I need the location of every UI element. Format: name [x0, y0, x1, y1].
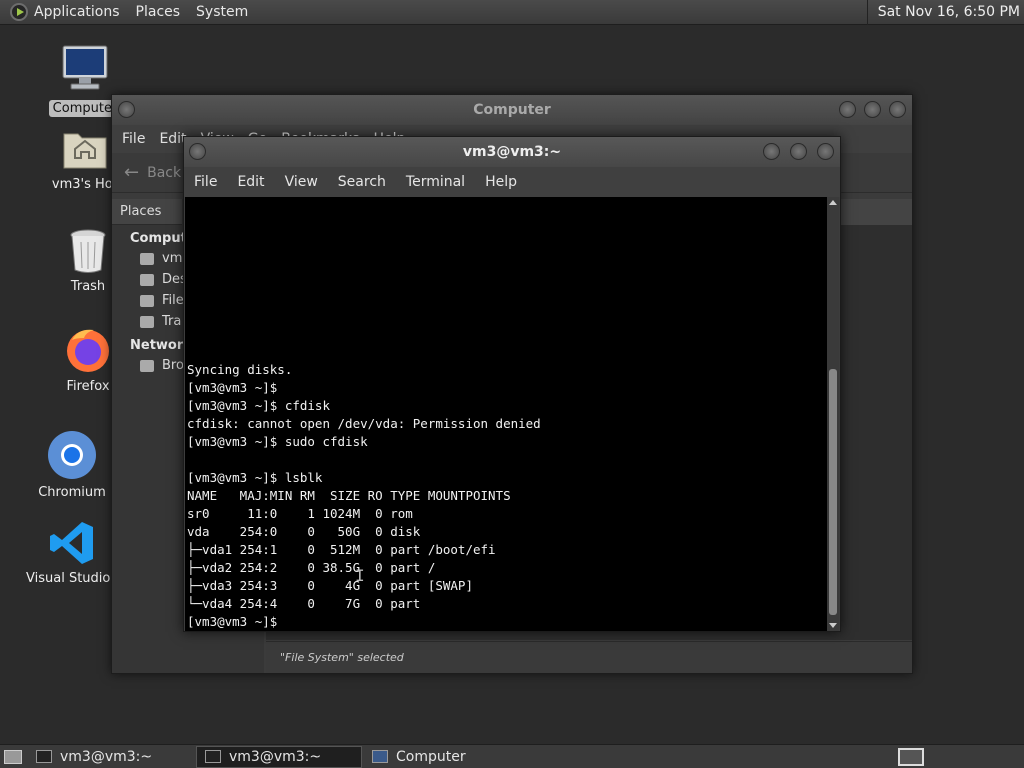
task-terminal-1[interactable]: vm3@vm3:~ — [28, 746, 194, 768]
desktop-icon-chromium[interactable]: Chromium — [22, 430, 122, 501]
show-desktop-icon[interactable] — [4, 749, 22, 764]
terminal-title: vm3@vm3:~ — [462, 144, 562, 160]
scroll-up-arrow-icon[interactable] — [829, 200, 837, 205]
trash-icon — [68, 228, 108, 274]
term-menu-view[interactable]: View — [285, 174, 318, 190]
column-header[interactable] — [840, 199, 912, 225]
file-manager-title: Computer — [473, 102, 551, 118]
scroll-down-arrow-icon[interactable] — [829, 623, 837, 628]
back-arrow-icon[interactable]: ← — [124, 162, 139, 183]
text-cursor-icon: I — [355, 568, 365, 586]
places-menu[interactable]: Places — [136, 4, 181, 20]
terminal-output: Syncing disks. [vm3@vm3 ~]$ [vm3@vm3 ~]$ c… — [187, 361, 825, 631]
main-menu-logo-icon[interactable] — [10, 3, 28, 21]
close-button[interactable] — [889, 101, 906, 118]
terminal-line: cfdisk: cannot open /dev/vda: Permission… — [187, 416, 541, 431]
terminal-line: [vm3@vm3 ~]$ — [187, 380, 278, 395]
minimize-button[interactable] — [839, 101, 856, 118]
term-menu-terminal[interactable]: Terminal — [406, 174, 465, 190]
network-icon — [140, 359, 154, 372]
terminal-line: ├─vda1 254:1 0 512M 0 part /boot/efi — [187, 542, 496, 557]
terminal-line: ├─vda2 254:2 0 38.5G 0 part / — [187, 560, 436, 575]
terminal-task-icon — [205, 750, 221, 763]
terminal-line: [vm3@vm3 ~]$ — [187, 614, 278, 629]
desktop-icon — [140, 273, 154, 286]
window-menu-button[interactable] — [118, 101, 135, 118]
back-button[interactable]: Back — [147, 165, 181, 181]
terminal-task-icon — [36, 750, 52, 763]
term-menu-help[interactable]: Help — [485, 174, 517, 190]
firefox-icon — [64, 326, 112, 374]
terminal-maximize-button[interactable] — [790, 143, 807, 160]
system-menu[interactable]: System — [196, 4, 248, 20]
chromium-icon — [47, 430, 97, 480]
term-menu-file[interactable]: File — [194, 174, 217, 190]
terminal-line: ├─vda3 254:3 0 4G 0 part [SWAP] — [187, 578, 473, 593]
task-computer[interactable]: Computer — [364, 746, 530, 768]
terminal-line: [vm3@vm3 ~]$ lsblk — [187, 470, 323, 485]
desktop-icon-vscode[interactable]: Visual Studio Co — [22, 520, 132, 587]
term-menu-search[interactable]: Search — [338, 174, 386, 190]
computer-task-icon — [372, 750, 388, 763]
terminal-line: └─vda4 254:4 0 7G 0 part — [187, 596, 421, 611]
top-panel: Applications Places System Sat Nov 16, 6… — [0, 0, 1024, 25]
fm-menu-file[interactable]: File — [122, 131, 145, 147]
workspace-switcher[interactable] — [898, 748, 924, 766]
clock[interactable]: Sat Nov 16, 6:50 PM — [866, 0, 1020, 25]
terminal-minimize-button[interactable] — [763, 143, 780, 160]
terminal-line: NAME MAJ:MIN RM SIZE RO TYPE MOUNTPOINTS — [187, 488, 511, 503]
terminal-titlebar[interactable]: vm3@vm3:~ — [184, 137, 840, 167]
terminal-window: vm3@vm3:~ File Edit View Search Terminal… — [183, 136, 841, 632]
term-menu-edit[interactable]: Edit — [237, 174, 264, 190]
computer-icon — [61, 44, 109, 96]
drive-icon — [140, 294, 154, 307]
home-folder-icon — [62, 128, 108, 172]
vscode-icon — [49, 520, 95, 566]
bottom-taskbar: vm3@vm3:~ vm3@vm3:~ Computer — [0, 744, 1024, 768]
file-manager-statusbar: "File System" selected — [266, 641, 912, 673]
terminal-close-button[interactable] — [817, 143, 834, 160]
terminal-line: vda 254:0 0 50G 0 disk — [187, 524, 421, 539]
scrollbar-thumb[interactable] — [829, 369, 837, 615]
terminal-line: [vm3@vm3 ~]$ cfdisk — [187, 398, 330, 413]
terminal-line: [vm3@vm3 ~]$ sudo cfdisk — [187, 434, 368, 449]
applications-menu[interactable]: Applications — [34, 4, 120, 20]
terminal-screen[interactable]: Syncing disks. [vm3@vm3 ~]$ [vm3@vm3 ~]$ c… — [185, 197, 827, 631]
terminal-window-menu-button[interactable] — [189, 143, 206, 160]
home-icon — [140, 252, 154, 265]
terminal-menubar: File Edit View Search Terminal Help — [184, 167, 840, 197]
terminal-scrollbar[interactable] — [827, 197, 839, 631]
trash-small-icon — [140, 315, 154, 328]
places-selector[interactable]: Places — [112, 199, 182, 225]
file-manager-titlebar[interactable]: Computer — [112, 95, 912, 125]
maximize-button[interactable] — [864, 101, 881, 118]
terminal-line: sr0 11:0 1 1024M 0 rom — [187, 506, 413, 521]
task-terminal-2[interactable]: vm3@vm3:~ — [196, 745, 362, 768]
terminal-line: Syncing disks. — [187, 362, 293, 377]
